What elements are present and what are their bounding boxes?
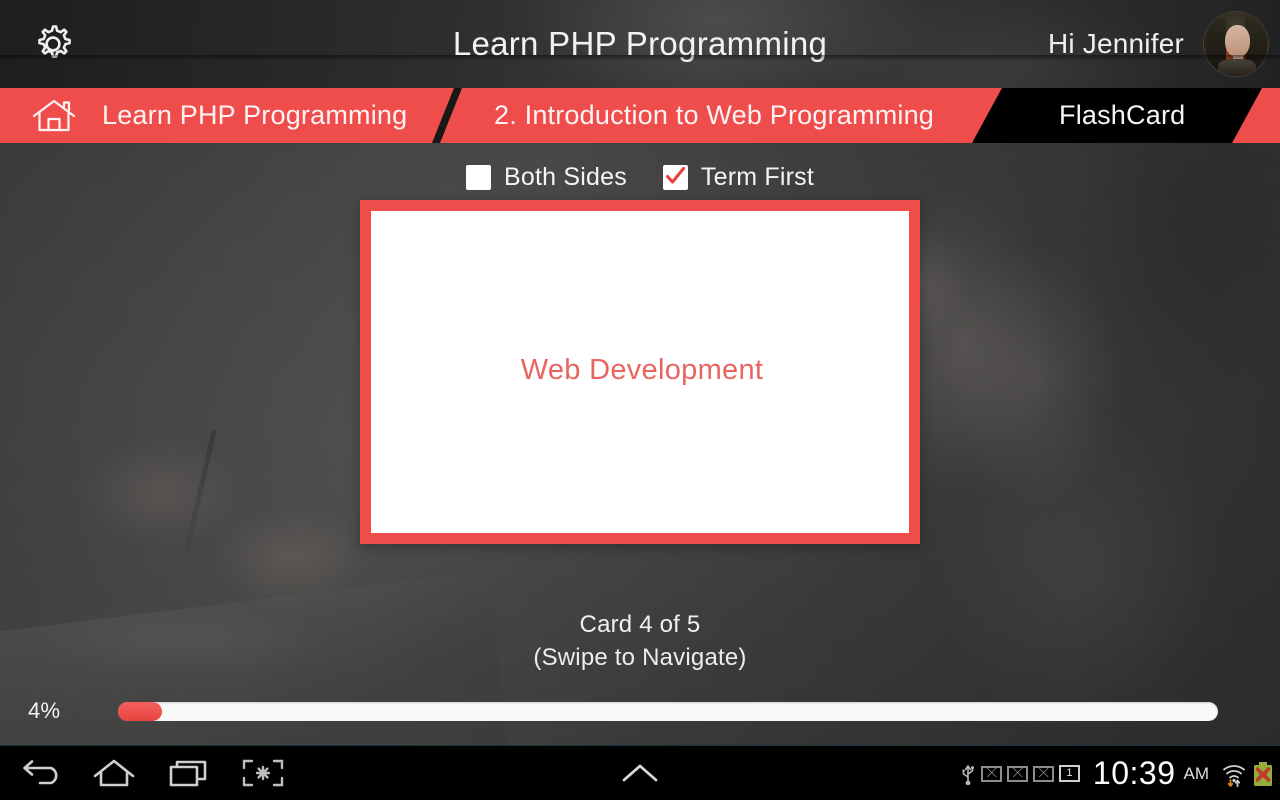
- status-bar-icons: 1 10:39 AM: [960, 746, 1274, 800]
- system-navigation-bar: 1 10:39 AM: [0, 745, 1280, 800]
- gmail-icon: [1032, 765, 1054, 782]
- main-stage: Both Sides Term First Web Development Ca…: [0, 143, 1280, 745]
- checkbox-term-first-box[interactable]: [662, 164, 688, 190]
- progress-bar-fill: [118, 702, 162, 721]
- checkbox-both-sides-box[interactable]: [465, 164, 491, 190]
- display-mode-options: Both Sides Term First: [0, 157, 1280, 197]
- avatar-body: [1218, 59, 1256, 76]
- checkbox-both-sides[interactable]: Both Sides: [465, 162, 627, 192]
- flashcard-term: Web Development: [520, 353, 764, 386]
- chevron-up-icon[interactable]: [616, 758, 664, 788]
- clock-time: 10:39: [1092, 755, 1176, 791]
- flashcard[interactable]: Web Development: [360, 200, 920, 544]
- breadcrumb-item-chapter[interactable]: 2. Introduction to Web Programming: [494, 88, 934, 143]
- recents-icon[interactable]: [165, 757, 213, 789]
- breadcrumb-item-course[interactable]: Learn PHP Programming: [102, 88, 407, 143]
- flashcard-counter: Card 4 of 5: [579, 611, 701, 638]
- screenshot-icon[interactable]: [240, 757, 286, 789]
- avatar-face: [1225, 25, 1250, 57]
- nav-home-icon[interactable]: [90, 757, 138, 789]
- flashcard-hint: (Swipe to Navigate): [533, 644, 747, 671]
- gmail-icon: [980, 765, 1002, 782]
- wifi-icon: [1223, 764, 1245, 787]
- back-arrow-icon[interactable]: [18, 757, 64, 789]
- notification-count-badge: 1: [1058, 765, 1080, 782]
- checkbox-term-first[interactable]: Term First: [662, 162, 815, 192]
- checkbox-term-first-label: Term First: [700, 162, 815, 191]
- breadcrumb-item-flashcard[interactable]: FlashCard: [1059, 88, 1185, 143]
- breadcrumb: Learn PHP Programming 2. Introduction to…: [0, 88, 1280, 143]
- user-greeting: Hi Jennifer: [1047, 28, 1184, 59]
- progress-percent-label: 4%: [28, 698, 61, 723]
- checkmark-icon: [665, 166, 685, 184]
- gmail-icon: [1006, 765, 1028, 782]
- clock-ampm: AM: [1183, 763, 1210, 783]
- home-icon[interactable]: [30, 99, 78, 133]
- avatar[interactable]: [1204, 12, 1268, 76]
- checkbox-both-sides-label: Both Sides: [503, 162, 627, 191]
- usb-icon: [962, 764, 974, 785]
- app-header: Learn PHP Programming Hi Jennifer: [0, 0, 1280, 88]
- progress-bar[interactable]: [118, 702, 1218, 721]
- app-root: Learn PHP Programming Hi Jennifer Learn …: [0, 0, 1280, 800]
- breadcrumb-right-wedge: [1232, 88, 1280, 143]
- battery-warning-icon: [1254, 761, 1272, 786]
- flashcard-face[interactable]: Web Development: [371, 211, 909, 533]
